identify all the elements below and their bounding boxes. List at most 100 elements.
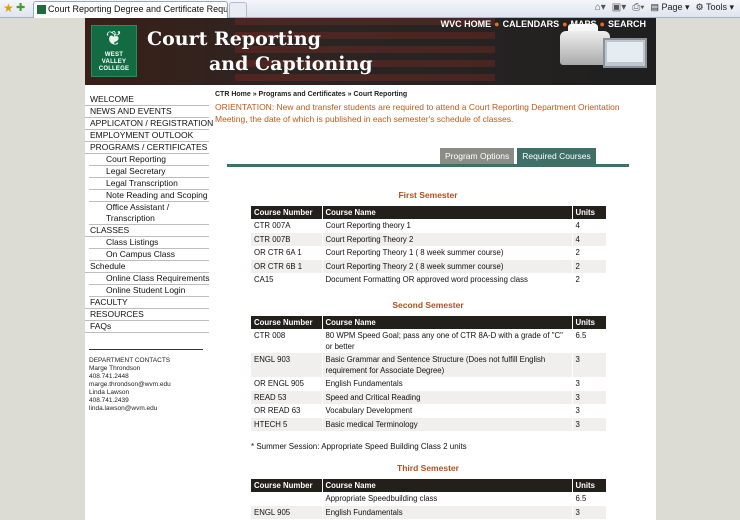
feeds-icon[interactable]: ▣▾ [612, 2, 626, 13]
units-cell: 3 [571, 404, 606, 418]
sidebar-item[interactable]: Legal Secretary [89, 166, 209, 178]
breadcrumb[interactable]: CTR Home » Programs and Certificates » C… [215, 91, 407, 98]
nav-separator: ● [599, 19, 605, 29]
sidebar-item[interactable]: NEWS AND EVENTS [85, 106, 209, 118]
column-header: Course Number [251, 206, 322, 219]
sidebar-item[interactable]: Legal Transcription [89, 178, 209, 190]
home-icon[interactable]: ⌂▾ [595, 2, 606, 13]
course-name-cell: Speed and Critical Reading [321, 390, 572, 405]
table-row: CTR 008 80 WPM Speed Goal; pass any one o… [251, 329, 606, 353]
column-header: Course Number [251, 316, 322, 329]
sidebar-item[interactable]: FAQs [85, 321, 209, 333]
course-table: Course Number Course Name Units CTR 007A Cou… [251, 206, 606, 287]
course-number-cell: CTR 007B [251, 232, 322, 247]
top-nav: WVC HOME ● CALENDARS ● MAPS ● SEARCH [441, 19, 646, 29]
table-row: OR ENGL 905 English Fundamentals 3 [251, 377, 606, 391]
tab-program-options[interactable]: Program Options [440, 148, 515, 164]
contact-phone: 408.741.2448 [89, 373, 129, 380]
course-number-cell: OR CTR 6A 1 [251, 246, 322, 260]
sidebar-nav: WELCOME NEWS AND EVENTS APPLICATON / REGIS… [85, 94, 213, 333]
sidebar-item[interactable]: EMPLOYMENT OUTLOOK [85, 130, 209, 142]
new-tab-button[interactable] [229, 2, 247, 17]
sidebar-item[interactable]: Online Student Login [89, 285, 209, 297]
tools-menu-label: Tools [705, 2, 727, 12]
units-cell: 4 [571, 219, 606, 233]
print-icon[interactable]: ⎙▾ [632, 2, 644, 13]
main-content: CTR Home » Programs and Certificates » C… [215, 85, 656, 520]
add-favorite-icon[interactable]: ✚ [16, 2, 25, 14]
table-row: ENGL 903 Basic Grammar and Sentence Struc… [251, 353, 606, 377]
course-number-cell: OR ENGL 905 [251, 377, 322, 391]
sidebar: WELCOME NEWS AND EVENTS APPLICATON / REGIS… [85, 85, 213, 520]
nav-separator: ● [562, 19, 568, 29]
nav-search[interactable]: SEARCH [608, 19, 646, 29]
laptop-screen-image [607, 42, 643, 62]
nav-wvc-home[interactable]: WVC HOME [441, 19, 492, 29]
contacts-heading: DEPARTMENT CONTACTS [89, 357, 171, 364]
contact-phone: 408.741.2439 [89, 397, 129, 404]
semester-title: First Semester [398, 190, 458, 200]
course-number-cell: CTR 008 [251, 329, 322, 353]
sidebar-item[interactable]: On Campus Class [89, 249, 209, 261]
table-header-row: Course Number Course Name Units [251, 316, 606, 329]
units-cell: 3 [571, 417, 606, 432]
sidebar-item[interactable]: Court Reporting [89, 154, 209, 166]
nav-maps[interactable]: MAPS [571, 19, 597, 29]
course-table: Course Number Course Name Units Appropriate… [251, 479, 606, 520]
table-row: OR CTR 6A 1 Court Reporting Theory 1 ( 8 … [251, 246, 606, 260]
course-number-cell: CA15 [251, 273, 322, 287]
contact-email[interactable]: linda.lawson@wvm.edu [89, 405, 203, 413]
sidebar-item[interactable]: Schedule [85, 261, 209, 273]
sidebar-item[interactable]: CLASSES [85, 225, 209, 237]
units-cell: 2 [571, 246, 606, 260]
column-header: Course Name [321, 206, 572, 219]
table-row: CTR 007B Court Reporting Theory 24 [251, 232, 606, 247]
contact-name: Linda Lawson [89, 389, 130, 396]
sidebar-item[interactable]: FACULTY [85, 297, 209, 309]
sidebar-item[interactable]: PROGRAMS / CERTIFICATES [85, 142, 209, 154]
sidebar-item[interactable]: APPLICATON / REGISTRATION [85, 118, 213, 130]
units-cell: 2 [571, 273, 606, 287]
sidebar-item[interactable]: Office Assistant / [89, 202, 209, 213]
course-number-cell: OR CTR 6B 1 [251, 259, 322, 274]
favorites-star-icon[interactable]: ★ [3, 2, 14, 14]
browser-tab[interactable]: Court Reporting Degree and Certificate R… [33, 1, 228, 18]
tab-required-courses[interactable]: Required Courses [517, 148, 596, 164]
course-number-cell [251, 492, 322, 506]
tools-menu[interactable]: ⚙ Tools ▾ [696, 2, 734, 13]
table-row: OR CTR 6B 1 Court Reporting Theory 2 ( 8 … [251, 259, 606, 274]
course-number-cell: READ 53 [251, 390, 322, 405]
course-name-cell: Court Reporting Theory 2 ( 8 week summer… [321, 259, 572, 274]
sidebar-item[interactable]: RESOURCES [85, 309, 209, 321]
column-header: Units [571, 479, 606, 492]
course-name-cell: 80 WPM Speed Goal; pass any one of CTR 8… [321, 329, 572, 353]
sidebar-item[interactable]: Class Listings [89, 237, 209, 249]
course-number-cell: HTECH 5 [251, 417, 322, 432]
logo-line1: WEST VALLEY [101, 52, 127, 65]
course-name-cell: English Fundamentals [321, 377, 572, 391]
sidebar-item[interactable]: Online Class Requirements [89, 273, 209, 285]
table-row: HTECH 5 Basic medical Terminology 3 [251, 417, 606, 432]
table-row: OR READ 63 Vocabulary Development 3 [251, 404, 606, 418]
table-header-row: Course Number Course Name Units [251, 206, 606, 219]
course-name-cell: Basic medical Terminology [321, 417, 572, 432]
nav-calendars[interactable]: CALENDARS [503, 19, 560, 29]
browser-command-bar: ⌂▾ ▣▾ ⎙▾ ▤ Page ▾ ⚙ Tools ▾ [595, 2, 734, 13]
course-name-cell: Basic Grammar and Sentence Structure (Do… [321, 353, 572, 377]
course-name-cell: Document Formatting OR approved word pro… [321, 273, 572, 287]
orientation-notice: ORIENTATION: New and transfer students a… [215, 102, 620, 124]
units-cell: 2 [571, 259, 606, 274]
table-row: READ 53 Speed and Critical Reading 3 [251, 390, 606, 405]
semester-title: Second Semester [392, 300, 464, 310]
sidebar-item[interactable]: Note Reading and Scoping [89, 190, 209, 202]
sidebar-item[interactable]: WELCOME [85, 94, 209, 106]
course-number-cell: ENGL 903 [251, 353, 322, 377]
contact-email[interactable]: marge.throndson@wvm.edu [89, 381, 203, 389]
units-cell: 3 [571, 505, 606, 520]
site-title-line2: and Captioning [209, 53, 373, 75]
page-menu[interactable]: ▤ Page ▾ [650, 2, 689, 13]
sidebar-item[interactable]: Transcription [89, 213, 209, 225]
college-logo[interactable]: ❦ WEST VALLEY COLLEGE [91, 25, 137, 77]
table-header-row: Course Number Course Name Units [251, 479, 606, 492]
course-name-cell: English Fundamentals [321, 505, 572, 520]
